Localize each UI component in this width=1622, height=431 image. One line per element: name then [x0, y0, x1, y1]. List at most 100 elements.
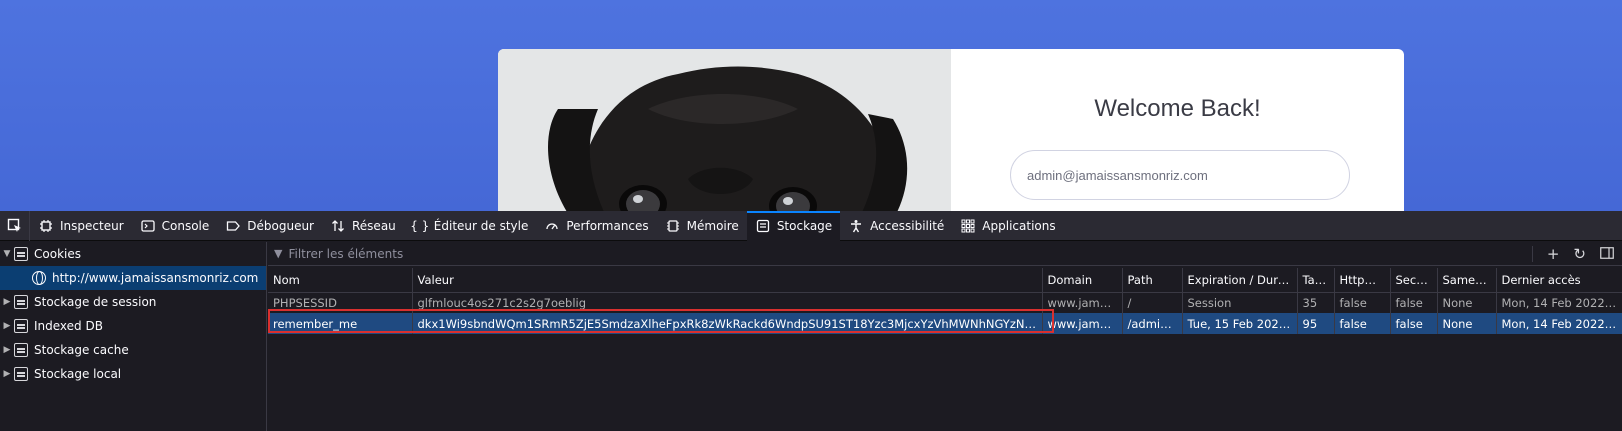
- inspector-icon: [38, 218, 54, 234]
- table-cell: Mon, 14 Feb 2022 ...: [1496, 313, 1622, 334]
- table-cell: /admin/...: [1122, 313, 1183, 334]
- sidebar-item-label: Stockage local: [34, 367, 122, 381]
- storage-icon: [755, 218, 771, 234]
- tab-stockage[interactable]: Stockage: [746, 210, 841, 241]
- chevron-down-icon: ▼: [3, 249, 11, 259]
- column-header[interactable]: HttpOnly: [1334, 268, 1391, 293]
- storage-icon: [14, 367, 28, 381]
- table-row-selected[interactable]: remember_me dkx1Wi9sbndWQm1SRmR5ZjE5Smdz…: [268, 313, 1622, 334]
- network-icon: [330, 218, 346, 234]
- table-cell: remember_me: [268, 313, 413, 334]
- storage-icon: [14, 295, 28, 309]
- element-picker-icon: [7, 218, 21, 232]
- add-icon[interactable]: +: [1547, 245, 1560, 263]
- tab-label: Débogueur: [247, 218, 314, 233]
- tab-label: Stockage: [776, 218, 833, 233]
- column-header[interactable]: SameSite: [1437, 268, 1497, 293]
- table-cell: www.jamais...: [1042, 292, 1123, 313]
- welcome-heading: Welcome Back!: [1094, 95, 1261, 122]
- debugger-icon: [225, 218, 241, 234]
- column-header[interactable]: Taille: [1297, 268, 1335, 293]
- sidebar-item-label: Stockage cache: [34, 343, 129, 357]
- tab-reseau[interactable]: Réseau: [322, 211, 404, 241]
- dog-image: [498, 49, 951, 211]
- globe-icon: [32, 271, 46, 285]
- column-header[interactable]: Dernier accès: [1496, 268, 1622, 293]
- column-header[interactable]: Expiration / Durée ...: [1182, 268, 1298, 293]
- devtools-panel: Inspecteur Console Débogueur Réseau { } …: [0, 210, 1622, 431]
- cookies-table-panel: ▼ + ↻ Nom Valeur Domain Path Expiration …: [268, 242, 1622, 431]
- column-header[interactable]: Nom: [268, 268, 413, 293]
- devtools-toolbar: Inspecteur Console Débogueur Réseau { } …: [0, 210, 1622, 241]
- table-cell: PHPSESSID: [268, 292, 413, 313]
- email-field[interactable]: [1010, 150, 1350, 200]
- sidebar-item-cookie-host[interactable]: http://www.jamaissansmonriz.com: [0, 266, 266, 290]
- storage-sidebar: ▼ Cookies http://www.jamaissansmonriz.co…: [0, 242, 267, 431]
- sidebar-item-label: Cookies: [34, 247, 81, 261]
- console-icon: [140, 218, 156, 234]
- element-picker-button[interactable]: [0, 210, 30, 241]
- tab-debogueur[interactable]: Débogueur: [217, 211, 322, 241]
- tab-label: Applications: [982, 218, 1056, 233]
- tab-label: Inspecteur: [60, 218, 124, 233]
- chevron-right-icon: ▶: [3, 345, 11, 355]
- sidebar-item-indexed-db[interactable]: ▶ Indexed DB: [0, 314, 266, 338]
- sidebar-toggle-icon[interactable]: [1600, 245, 1614, 263]
- tab-performances[interactable]: Performances: [536, 211, 656, 241]
- tab-memoire[interactable]: Mémoire: [657, 211, 747, 241]
- sidebar-item-cookies[interactable]: ▼ Cookies: [0, 242, 266, 266]
- table-cell: 35: [1297, 292, 1335, 313]
- storage-icon: [14, 247, 28, 261]
- column-header[interactable]: Secure: [1390, 268, 1438, 293]
- table-cell: www.jamais...: [1042, 313, 1123, 334]
- column-header[interactable]: Path: [1122, 268, 1183, 293]
- table-cell: false: [1334, 292, 1391, 313]
- tab-label: Réseau: [352, 218, 396, 233]
- table-header-row: Nom Valeur Domain Path Expiration / Duré…: [268, 268, 1622, 293]
- table-cell: Tue, 15 Feb 2022 2...: [1182, 313, 1298, 334]
- tab-editeur-de-style[interactable]: { } Éditeur de style: [404, 211, 537, 241]
- tab-inspecteur[interactable]: Inspecteur: [30, 211, 132, 241]
- column-header[interactable]: Domain: [1042, 268, 1123, 293]
- table-cell: false: [1390, 292, 1438, 313]
- accessibility-icon: [848, 218, 864, 234]
- storage-icon: [14, 319, 28, 333]
- tab-label: Mémoire: [686, 218, 739, 233]
- tab-applications[interactable]: Applications: [952, 211, 1063, 241]
- webpage-background: Welcome Back!: [0, 0, 1622, 211]
- tab-label: Éditeur de style: [433, 218, 529, 233]
- column-header[interactable]: Valeur: [412, 268, 1043, 293]
- login-card: Welcome Back!: [498, 49, 1404, 211]
- sidebar-item-label: http://www.jamaissansmonriz.com: [52, 271, 259, 285]
- table-cell: 95: [1297, 313, 1335, 334]
- sidebar-item-cache-storage[interactable]: ▶ Stockage cache: [0, 338, 266, 362]
- filter-input[interactable]: [288, 246, 689, 261]
- tab-console[interactable]: Console: [132, 211, 218, 241]
- table-cell: glfmlouc4os271c2s2g7oeblig: [412, 292, 1043, 313]
- table-row[interactable]: PHPSESSID glfmlouc4os271c2s2g7oeblig www…: [268, 292, 1622, 313]
- cookies-table: Nom Valeur Domain Path Expiration / Duré…: [268, 268, 1622, 334]
- style-editor-icon: { }: [410, 218, 430, 233]
- table-cell: Session: [1182, 292, 1298, 313]
- table-cell: /: [1122, 292, 1183, 313]
- filter-bar: ▼ + ↻: [268, 242, 1622, 266]
- sidebar-item-label: Indexed DB: [34, 319, 103, 333]
- sidebar-item-session-storage[interactable]: ▶ Stockage de session: [0, 290, 266, 314]
- chevron-right-icon: ▶: [3, 297, 11, 307]
- sidebar-item-label: Stockage de session: [34, 295, 157, 309]
- memory-icon: [665, 218, 681, 234]
- filter-icon: ▼: [274, 247, 283, 260]
- tab-label: Accessibilité: [870, 218, 945, 233]
- separator: [1531, 246, 1533, 262]
- sidebar-item-local-storage[interactable]: ▶ Stockage local: [0, 362, 266, 386]
- chevron-right-icon: ▶: [3, 369, 11, 379]
- table-cell: false: [1334, 313, 1391, 334]
- table-cell: false: [1390, 313, 1438, 334]
- tab-label: Console: [161, 218, 210, 233]
- refresh-icon[interactable]: ↻: [1573, 245, 1586, 263]
- tab-accessibilite[interactable]: Accessibilité: [840, 211, 952, 241]
- tab-label: Performances: [566, 218, 649, 233]
- table-actions: + ↻: [1531, 242, 1614, 266]
- table-cell: Mon, 14 Feb 2022 ...: [1496, 292, 1622, 313]
- applications-icon: [960, 218, 976, 234]
